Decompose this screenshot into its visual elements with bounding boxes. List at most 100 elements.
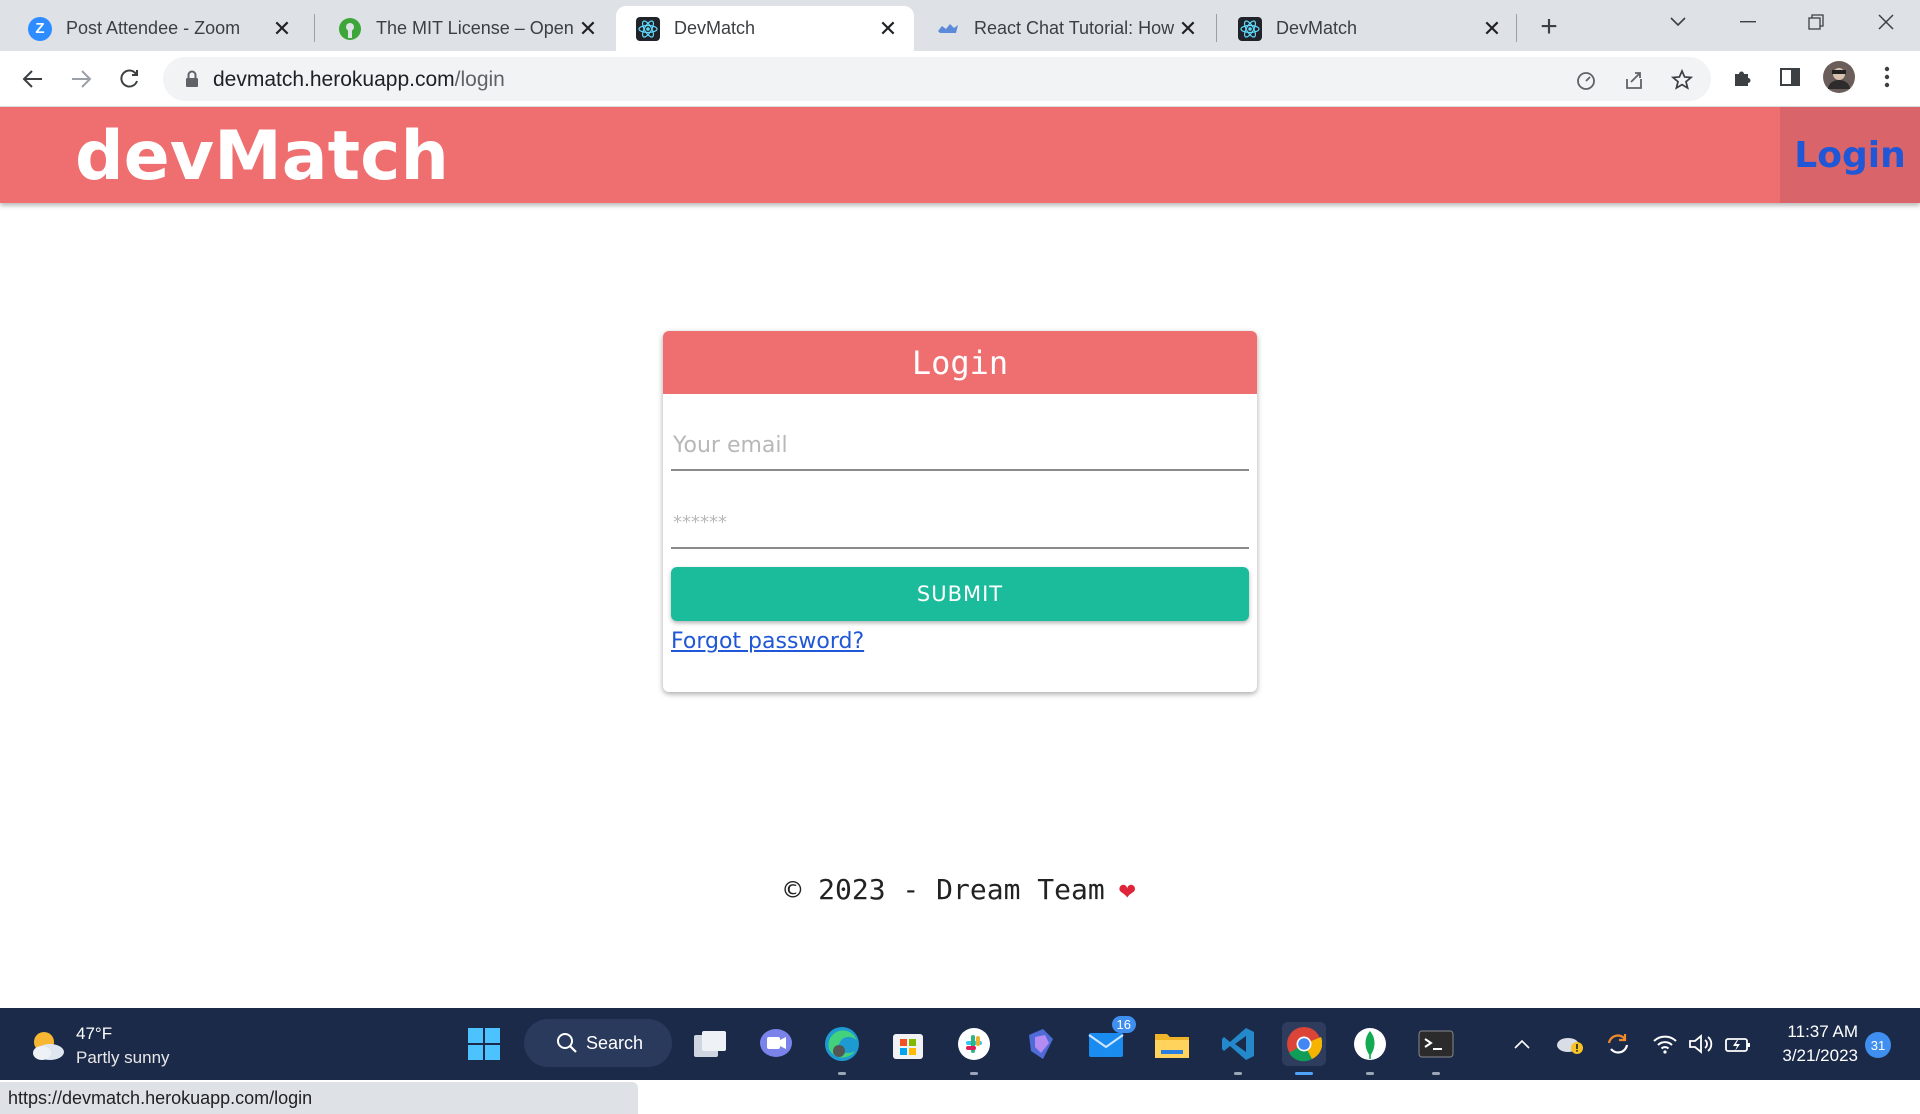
forward-button[interactable] (63, 61, 99, 97)
link-status-bubble: https://devmatch.herokuapp.com/login (0, 1082, 638, 1114)
speaker-icon (1689, 1034, 1713, 1054)
share-icon[interactable] (1621, 67, 1647, 93)
active-indicator (1295, 1072, 1313, 1075)
teams-chat-button[interactable] (754, 1022, 798, 1066)
chevron-down-icon (1670, 17, 1686, 27)
lock-icon[interactable] (181, 68, 203, 90)
forgot-password-link[interactable]: Forgot password? (671, 629, 864, 654)
browser-toolbar: devmatch.herokuapp.com/login (0, 51, 1920, 107)
slack-button[interactable] (952, 1022, 996, 1075)
running-indicator (1234, 1072, 1242, 1075)
windows-taskbar: 47°F Partly sunny Search 16 11:37 AM 3/2… (0, 1008, 1920, 1080)
close-icon[interactable]: ✕ (1176, 16, 1200, 41)
tab-react-chat-tutorial[interactable]: React Chat Tutorial: How t ✕ (916, 6, 1214, 51)
weather-temp: 47°F (76, 1024, 113, 1043)
chrome-menu-icon[interactable] (1872, 62, 1902, 92)
cloud-warning-icon (1557, 1038, 1583, 1054)
react-icon (636, 16, 660, 41)
close-icon[interactable]: ✕ (1480, 16, 1504, 41)
store-button[interactable] (886, 1022, 930, 1066)
tab-search-button[interactable] (1650, 0, 1706, 44)
side-panel-icon[interactable] (1775, 62, 1805, 92)
restore-button[interactable] (1788, 0, 1844, 44)
close-icon (1878, 14, 1894, 30)
task-view-button[interactable] (688, 1022, 732, 1066)
minimize-icon (1740, 21, 1756, 23)
tab-divider (1516, 14, 1517, 42)
search-icon (557, 1033, 577, 1053)
sync-button[interactable] (1602, 1028, 1634, 1060)
partly-sunny-icon (33, 1032, 64, 1060)
web-page: devMatch Login Login SUBMIT Forgot passw… (0, 107, 1920, 1114)
footer-text: © 2023 - Dream Team (784, 873, 1105, 906)
open-source-icon (338, 17, 362, 41)
battery-charging-icon (1725, 1038, 1750, 1052)
restore-icon (1808, 14, 1824, 30)
extensions-icon[interactable] (1728, 62, 1758, 92)
windows-logo-icon (468, 1028, 500, 1060)
tab-devmatch[interactable]: DevMatch ✕ (1218, 6, 1518, 51)
edge-button[interactable] (820, 1022, 864, 1075)
onedrive-button[interactable] (1554, 1028, 1586, 1060)
edge-icon (825, 1027, 859, 1061)
address-bar[interactable]: devmatch.herokuapp.com/login (163, 57, 1711, 101)
running-indicator (1432, 1072, 1440, 1075)
profile-avatar[interactable] (1822, 60, 1856, 94)
start-button[interactable] (462, 1022, 506, 1066)
tab-mit-license[interactable]: The MIT License – Open S ✕ (318, 6, 614, 51)
terminal-icon (1418, 1030, 1454, 1058)
minimize-button[interactable] (1720, 0, 1776, 44)
close-icon[interactable]: ✕ (876, 16, 900, 41)
running-indicator (838, 1072, 846, 1075)
tab-devmatch-active[interactable]: DevMatch ✕ (616, 6, 914, 51)
reload-icon (120, 69, 138, 88)
folder-icon (1155, 1034, 1189, 1058)
copilot-button[interactable] (1018, 1022, 1062, 1066)
login-card-title: Login (663, 331, 1257, 394)
page-footer: © 2023 - Dream Team ❤ (0, 873, 1920, 906)
notification-badge[interactable]: 31 (1865, 1032, 1891, 1058)
email-field[interactable] (671, 421, 1249, 471)
performance-icon[interactable] (1573, 67, 1599, 93)
close-icon[interactable]: ✕ (270, 16, 294, 41)
new-tab-button[interactable]: + (1530, 8, 1568, 46)
bookmark-star-icon[interactable] (1669, 67, 1695, 93)
slack-icon (958, 1028, 990, 1060)
vscode-button[interactable] (1216, 1022, 1260, 1075)
chrome-icon (1287, 1027, 1322, 1062)
file-explorer-button[interactable] (1150, 1022, 1194, 1066)
clock-time: 11:37 AM (1787, 1022, 1858, 1041)
show-hidden-icons-button[interactable] (1508, 1028, 1536, 1060)
tab-zoom[interactable]: Z Post Attendee - Zoom ✕ (8, 6, 308, 51)
clock-date: 3/21/2023 (1782, 1046, 1858, 1065)
mail-button[interactable]: 16 (1084, 1016, 1136, 1066)
task-view-icon (694, 1031, 726, 1057)
mongodb-compass-button[interactable] (1348, 1022, 1392, 1075)
mail-badge: 16 (1111, 1016, 1136, 1033)
plus-icon: + (1540, 10, 1558, 43)
taskbar-search[interactable]: Search (524, 1019, 672, 1067)
close-icon[interactable]: ✕ (576, 16, 600, 41)
copilot-icon (1029, 1029, 1053, 1059)
address-url[interactable]: devmatch.herokuapp.com/login (213, 68, 505, 92)
tab-divider (1216, 14, 1217, 42)
teams-chat-icon (760, 1029, 792, 1057)
wifi-button[interactable] (1650, 1028, 1680, 1060)
submit-button[interactable]: SUBMIT (671, 567, 1249, 621)
battery-button[interactable] (1722, 1028, 1754, 1060)
react-icon (1238, 16, 1262, 41)
microsoft-store-icon (893, 1034, 923, 1059)
chrome-button[interactable] (1282, 1022, 1326, 1075)
volume-button[interactable] (1686, 1028, 1716, 1060)
clock[interactable]: 11:37 AM 3/21/2023 (1762, 1020, 1858, 1068)
weather-widget[interactable]: 47°F Partly sunny (28, 1020, 218, 1070)
search-label: Search (586, 1032, 644, 1053)
brand-logo[interactable]: devMatch (75, 117, 449, 196)
nav-login-link[interactable]: Login (1780, 107, 1920, 203)
reload-button[interactable] (111, 61, 147, 97)
password-field[interactable] (671, 497, 1249, 549)
running-indicator (970, 1072, 978, 1075)
back-button[interactable] (15, 61, 51, 97)
terminal-button[interactable] (1414, 1022, 1458, 1075)
close-window-button[interactable] (1858, 0, 1914, 44)
